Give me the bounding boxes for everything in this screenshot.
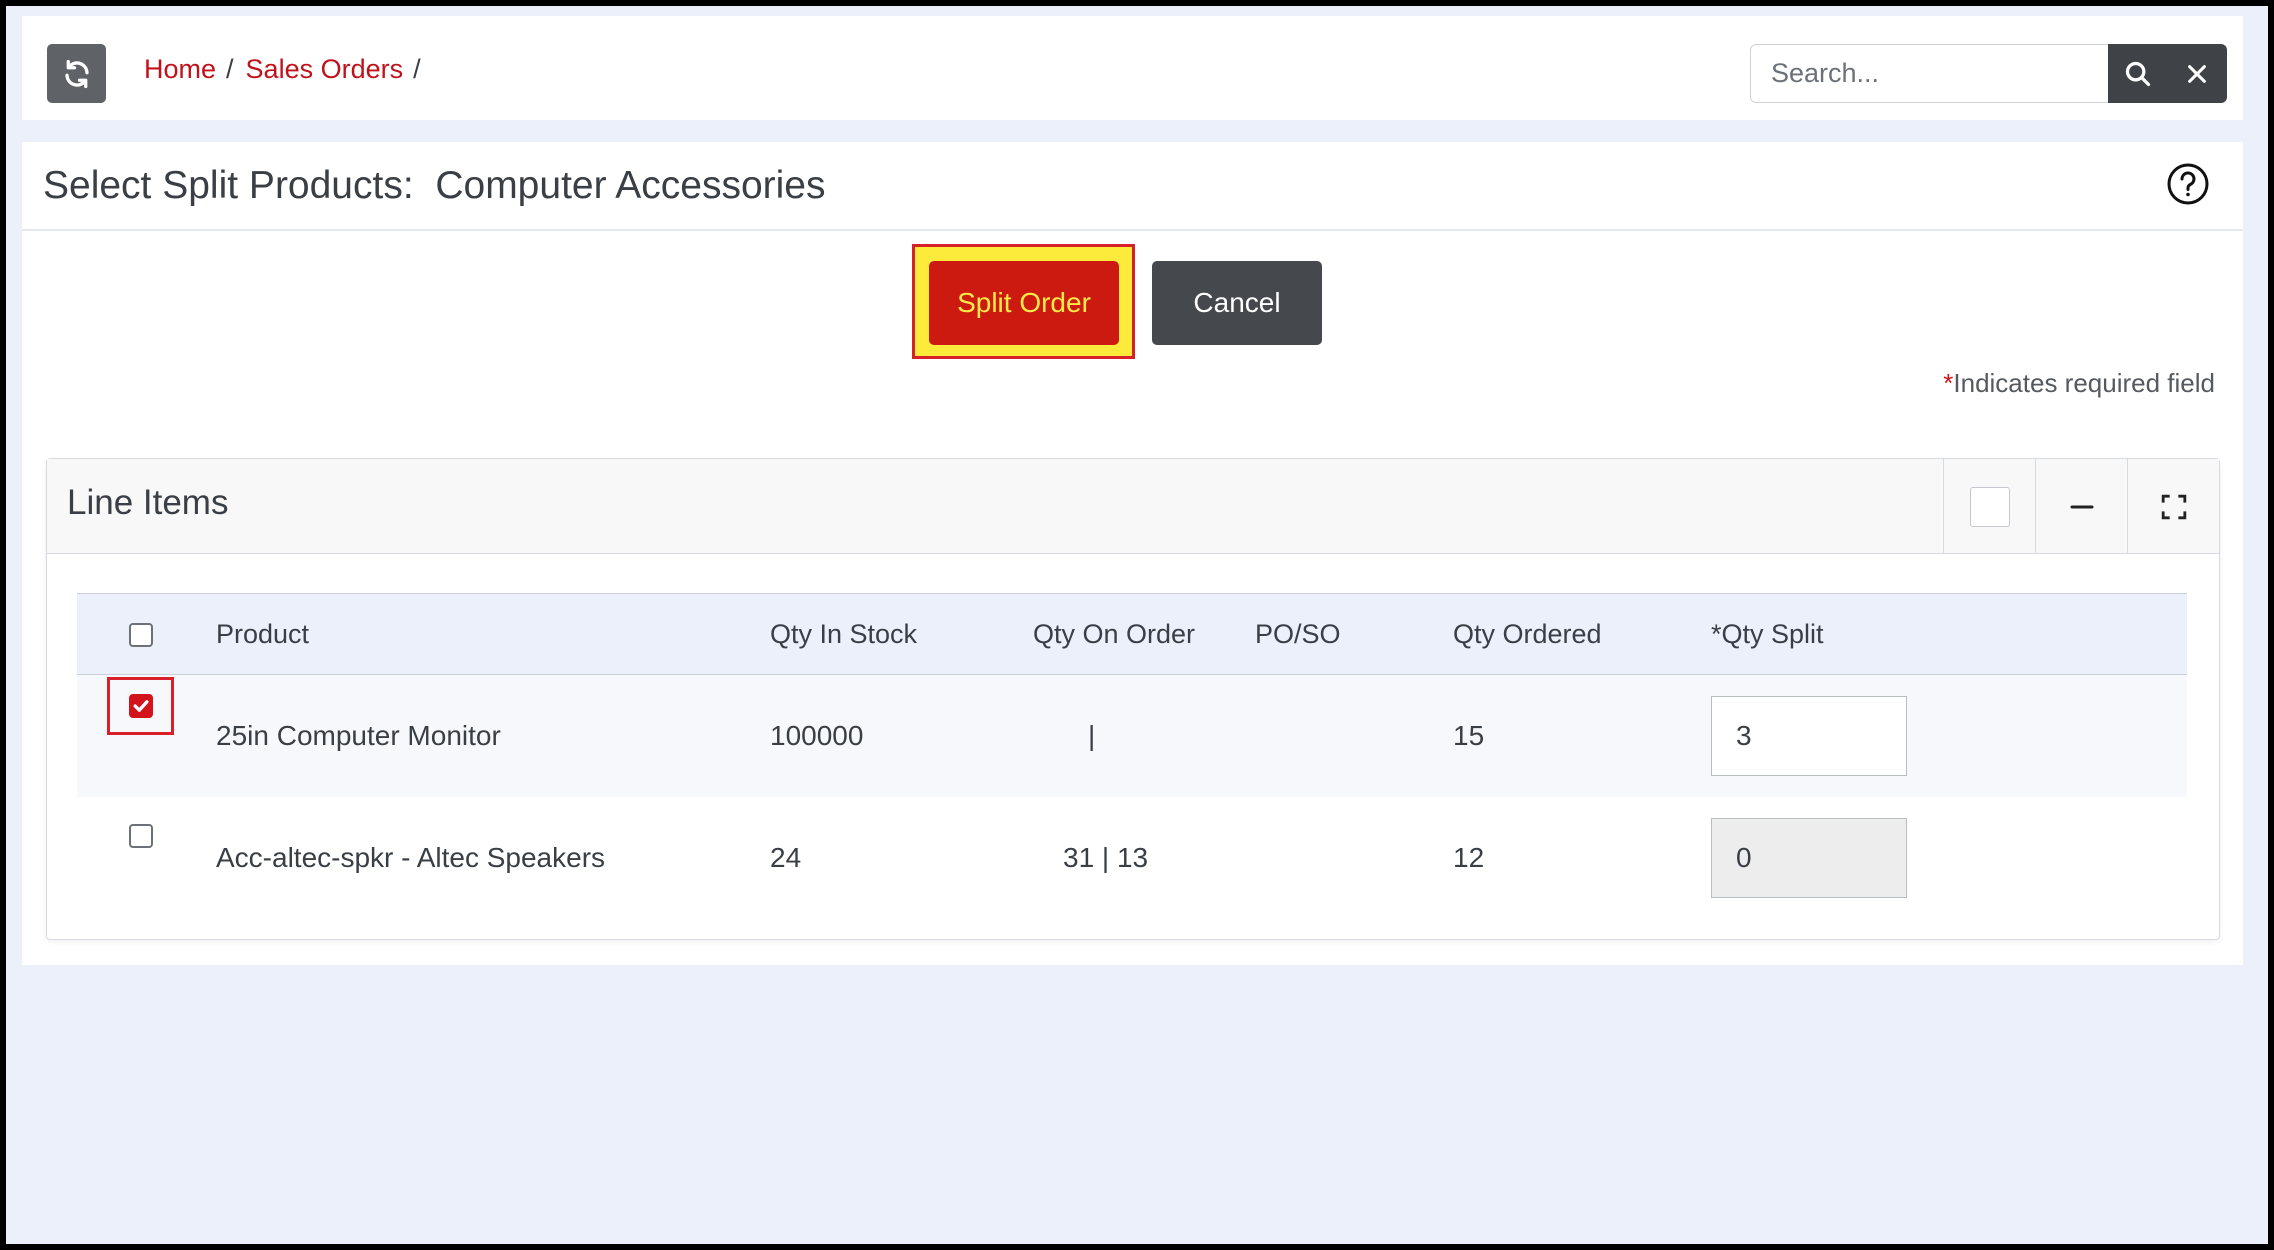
search-button[interactable] xyxy=(2108,44,2167,103)
cancel-button[interactable]: Cancel xyxy=(1152,261,1322,345)
required-field-note: *Indicates required field xyxy=(1943,368,2215,399)
breadcrumb: Home / Sales Orders / xyxy=(144,54,433,85)
refresh-icon xyxy=(64,59,89,88)
cell-qty-in-stock: 24 xyxy=(770,841,802,873)
header-po-so[interactable]: PO/SO xyxy=(1255,593,1453,675)
breadcrumb-sales-orders-link[interactable]: Sales Orders xyxy=(246,54,404,85)
row-checkbox-highlight xyxy=(107,677,174,735)
header-qty-split[interactable]: *Qty Split xyxy=(1711,593,2187,675)
select-all-checkbox[interactable] xyxy=(129,623,153,648)
maximize-button[interactable] xyxy=(2127,459,2219,554)
search-button-group xyxy=(2108,44,2227,103)
cell-qty-ordered: 15 xyxy=(1453,674,1711,797)
row-checkbox[interactable] xyxy=(128,694,153,718)
header-qty-ordered[interactable]: Qty Ordered xyxy=(1453,593,1711,675)
qty-split-input xyxy=(1711,817,1907,898)
card-title: Line Items xyxy=(67,483,229,522)
expand-icon xyxy=(2161,494,2186,519)
help-button[interactable] xyxy=(2166,162,2210,206)
header-product[interactable]: Product xyxy=(216,593,770,675)
help-icon xyxy=(2167,163,2209,205)
app-frame: Home / Sales Orders / Search... Select S… xyxy=(6,6,2268,1244)
cell-qty-on-order: | xyxy=(1033,674,1255,797)
line-items-table: Product Qty In Stock Qty On Order PO/SO … xyxy=(77,593,2187,919)
cell-product: Acc-altec-spkr - Altec Speakers xyxy=(216,841,606,873)
cell-po-so xyxy=(1255,674,1453,797)
line-items-card: Line Items Product Qty In Stock Qty On O… xyxy=(46,458,2220,940)
minus-icon xyxy=(2070,505,2093,508)
action-bar: Split Order Cancel xyxy=(22,242,2243,359)
refresh-button[interactable] xyxy=(47,44,106,103)
split-order-button[interactable]: Split Order xyxy=(929,261,1119,345)
required-note-text: Indicates required field xyxy=(1953,368,2215,398)
search-input[interactable] xyxy=(1750,44,2108,103)
page-title-name: Computer Accessories xyxy=(435,164,826,207)
card-tools xyxy=(1943,459,2219,554)
table-row: Acc-altec-spkr - Altec Speakers 24 31 | … xyxy=(77,797,2187,919)
table-row: 25in Computer Monitor 100000 | 15 xyxy=(77,674,2187,797)
breadcrumb-separator: / xyxy=(226,54,234,84)
search-icon xyxy=(2125,61,2150,86)
card-select-toggle[interactable] xyxy=(1943,459,2035,554)
collapse-button[interactable] xyxy=(2035,459,2127,554)
header-qty-in-stock[interactable]: Qty In Stock xyxy=(770,593,1033,675)
clear-search-button[interactable] xyxy=(2167,44,2226,103)
qty-split-input[interactable] xyxy=(1711,695,1907,776)
cell-product: 25in Computer Monitor xyxy=(216,674,770,797)
top-bar: Home / Sales Orders / xyxy=(22,16,2243,120)
cell-qty-on-order: 31 | 13 xyxy=(1063,841,1149,873)
breadcrumb-home-link[interactable]: Home xyxy=(144,54,216,85)
header-qty-on-order[interactable]: Qty On Order xyxy=(1033,593,1255,675)
main-panel: Select Split Products: Computer Accessor… xyxy=(22,142,2243,965)
cell-qty-in-stock: 100000 xyxy=(770,674,1033,797)
page-title: Select Split Products: Computer Accessor… xyxy=(43,164,826,208)
row-checkbox[interactable] xyxy=(129,824,153,849)
square-icon xyxy=(1969,486,2010,527)
search-bar xyxy=(1750,44,2227,103)
table-header-row: Product Qty In Stock Qty On Order PO/SO … xyxy=(77,593,2187,675)
checkmark-icon xyxy=(133,700,148,712)
card-header: Line Items xyxy=(47,459,2219,554)
close-icon xyxy=(2187,64,2206,83)
cell-qty-ordered: 12 xyxy=(1453,841,1485,873)
page-title-prefix: Select Split Products: xyxy=(43,164,414,207)
breadcrumb-separator: / xyxy=(413,54,421,84)
cell-po-so xyxy=(1255,797,1453,919)
panel-header: Select Split Products: Computer Accessor… xyxy=(22,142,2243,231)
required-star: * xyxy=(1943,368,1954,398)
